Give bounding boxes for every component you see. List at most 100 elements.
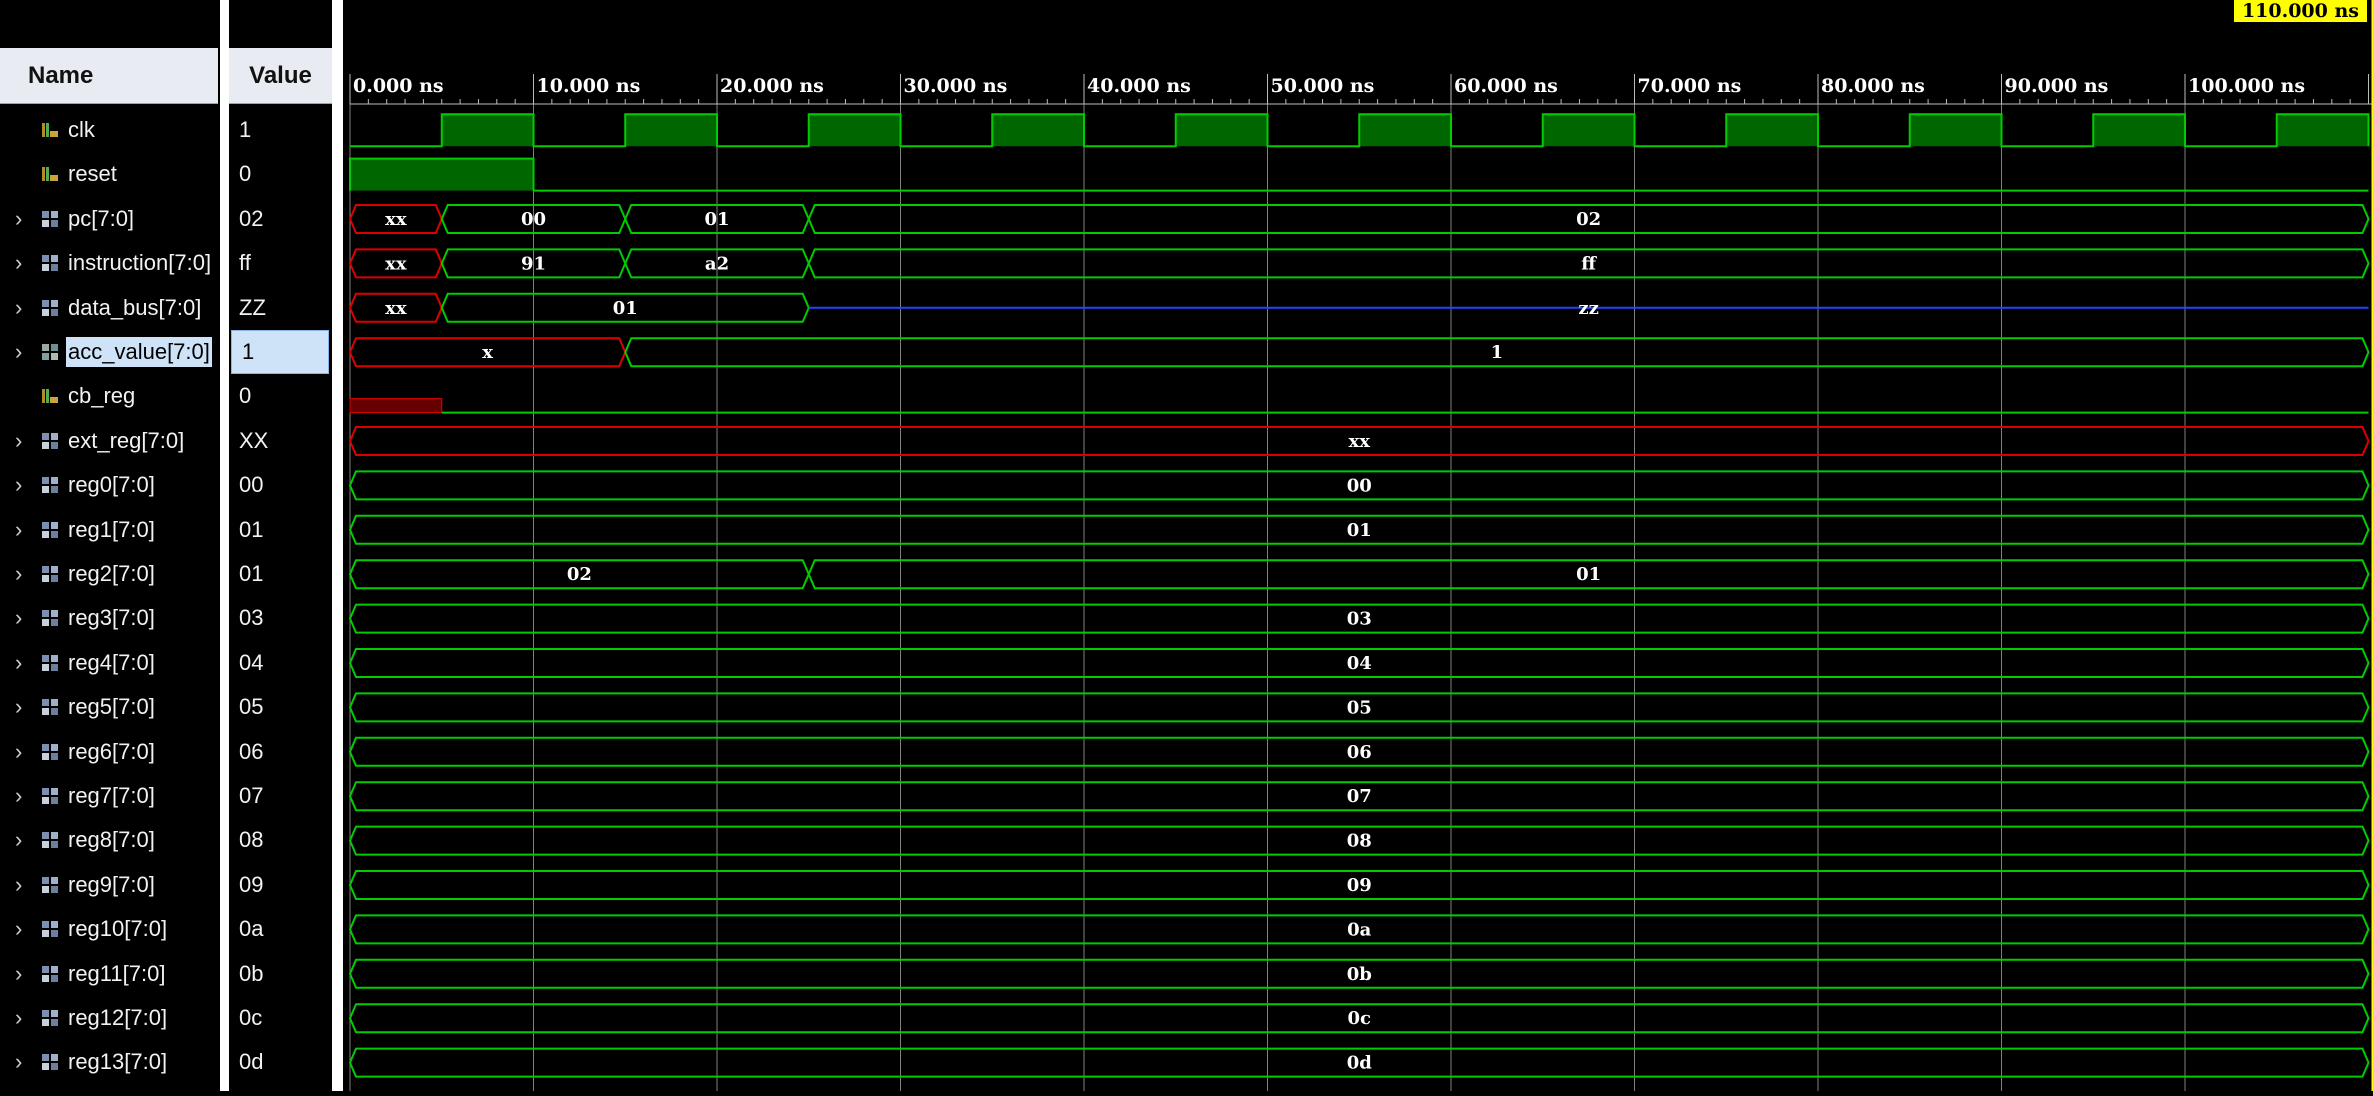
signal-value[interactable]: 0b [229, 952, 332, 996]
signal-value[interactable]: 06 [229, 730, 332, 774]
signal-row-acc-value[interactable]: › acc_value[7:0] [0, 330, 220, 374]
signal-value[interactable]: 1 [229, 108, 332, 152]
time-tick-label: 90.000 ns [2005, 75, 2109, 97]
signal-name-label: data_bus[7:0] [68, 294, 202, 320]
bus-value-label: 09 [1347, 875, 1372, 896]
signal-row-cb-reg[interactable]: cb_reg [0, 374, 220, 418]
signal-row-reg2[interactable]: › reg2[7:0] [0, 552, 220, 596]
bus-value-label: a2 [705, 253, 729, 274]
signal-row-reg0[interactable]: › reg0[7:0] [0, 463, 220, 507]
signal-row-data-bus[interactable]: › data_bus[7:0] [0, 286, 220, 330]
signal-row-reg9[interactable]: › reg9[7:0] [0, 863, 220, 907]
bus-value-label: 02 [1576, 209, 1601, 230]
expand-chevron-icon[interactable]: › [15, 996, 27, 1040]
signal-row-reg6[interactable]: › reg6[7:0] [0, 730, 220, 774]
bus-signal-icon [42, 743, 58, 760]
expand-chevron-icon[interactable]: › [15, 463, 27, 507]
expand-chevron-icon[interactable]: › [15, 730, 27, 774]
signal-value[interactable]: 04 [229, 641, 332, 685]
waveform-viewer[interactable]: 0.000 ns 10.000 ns 20.000 ns 30.000 ns 40.00… [343, 0, 2373, 1091]
bus-signal-icon [42, 965, 58, 982]
expand-chevron-icon[interactable]: › [15, 952, 27, 996]
signal-value[interactable]: ff [229, 241, 332, 285]
signal-value[interactable]: 00 [229, 463, 332, 507]
signal-row-reg11[interactable]: › reg11[7:0] [0, 952, 220, 996]
bus-value-label: 06 [1347, 742, 1372, 763]
expand-chevron-icon[interactable]: › [15, 907, 27, 951]
time-tick-label: 60.000 ns [1454, 75, 1558, 97]
clock-high-fill [1175, 114, 1268, 147]
signal-value[interactable]: XX [229, 419, 332, 463]
name-column-header[interactable]: Name [0, 48, 218, 104]
expand-chevron-icon[interactable]: › [15, 241, 27, 285]
bus-signal-icon [42, 699, 58, 716]
bus-value-label: 91 [521, 253, 546, 274]
bus-signal-icon [42, 1054, 58, 1071]
signal-value[interactable]: 08 [229, 818, 332, 862]
signal-name-label: reg11[7:0] [68, 960, 166, 986]
signal-value[interactable]: 01 [229, 552, 332, 596]
cursor-time-label: 110.000 ns [2233, 0, 2367, 22]
clock-high-fill [441, 114, 534, 147]
bus-value-label: 0c [1348, 1008, 1372, 1029]
time-tick-label: 10.000 ns [537, 75, 641, 97]
expand-chevron-icon[interactable]: › [15, 596, 27, 640]
expand-chevron-icon[interactable]: › [15, 641, 27, 685]
signal-row-reg4[interactable]: › reg4[7:0] [0, 641, 220, 685]
signal-value[interactable]: 07 [229, 774, 332, 818]
time-tick-label: 100.000 ns [2188, 75, 2305, 97]
signal-value[interactable]: 02 [229, 197, 332, 241]
bus-signal-icon [42, 921, 58, 938]
signal-row-ext-reg[interactable]: › ext_reg[7:0] [0, 419, 220, 463]
signal-value[interactable]: ZZ [229, 286, 332, 330]
signal-value[interactable]: 1 [231, 330, 329, 374]
signal-value[interactable]: 0c [229, 996, 332, 1040]
expand-chevron-icon[interactable]: › [15, 552, 27, 596]
signal-row-reg12[interactable]: › reg12[7:0] [0, 996, 220, 1040]
signal-value[interactable]: 01 [229, 508, 332, 552]
time-tick-label: 0.000 ns [353, 75, 444, 97]
expand-chevron-icon[interactable]: › [15, 685, 27, 729]
signal-row-reg3[interactable]: › reg3[7:0] [0, 596, 220, 640]
bus-signal-icon [42, 299, 58, 316]
value-column-header[interactable]: Value [229, 48, 332, 104]
signal-name-label: acc_value[7:0] [66, 337, 212, 367]
signal-name-label: clk [68, 117, 95, 142]
bus-signal-icon [42, 210, 58, 227]
pane-divider[interactable] [332, 0, 343, 1091]
signal-value[interactable]: 0d [229, 1040, 332, 1084]
signal-value[interactable]: 09 [229, 863, 332, 907]
expand-chevron-icon[interactable]: › [15, 818, 27, 862]
signal-row-clk[interactable]: clk [0, 108, 220, 152]
clock-high-fill [1726, 114, 1818, 147]
waveform-canvas[interactable]: 0.000 ns 10.000 ns 20.000 ns 30.000 ns 40.00… [343, 0, 2373, 1091]
signal-row-reg7[interactable]: › reg7[7:0] [0, 774, 220, 818]
time-tick-label: 40.000 ns [1087, 75, 1191, 97]
signal-row-reg8[interactable]: › reg8[7:0] [0, 818, 220, 862]
signal-row-pc[interactable]: › pc[7:0] [0, 197, 220, 241]
expand-chevron-icon[interactable]: › [15, 286, 27, 330]
signal-name-label: reg12[7:0] [68, 1005, 168, 1030]
signal-row-reg1[interactable]: › reg1[7:0] [0, 508, 220, 552]
signal-name-label: reg6[7:0] [68, 738, 155, 764]
expand-chevron-icon[interactable]: › [15, 508, 27, 552]
expand-chevron-icon[interactable]: › [15, 1040, 27, 1084]
signal-row-reset[interactable]: reset [0, 152, 220, 196]
expand-chevron-icon[interactable]: › [15, 419, 27, 463]
expand-chevron-icon[interactable]: › [15, 197, 27, 241]
signal-row-reg13[interactable]: › reg13[7:0] [0, 1040, 220, 1084]
expand-chevron-icon[interactable]: › [15, 863, 27, 907]
signal-value[interactable]: 0a [229, 907, 332, 951]
signal-value[interactable]: 05 [229, 685, 332, 729]
expand-chevron-icon[interactable]: › [15, 774, 27, 818]
bus-value-label: 01 [704, 209, 729, 230]
signal-value[interactable]: 0 [229, 152, 332, 196]
expand-chevron-icon[interactable]: › [15, 330, 27, 374]
signal-row-instruction[interactable]: › instruction[7:0] [0, 241, 220, 285]
signal-name-label: reg1[7:0] [68, 516, 155, 542]
signal-value[interactable]: 03 [229, 596, 332, 640]
column-divider[interactable] [220, 0, 229, 1091]
signal-row-reg10[interactable]: › reg10[7:0] [0, 907, 220, 951]
signal-row-reg5[interactable]: › reg5[7:0] [0, 685, 220, 729]
signal-value[interactable]: 0 [229, 374, 332, 418]
